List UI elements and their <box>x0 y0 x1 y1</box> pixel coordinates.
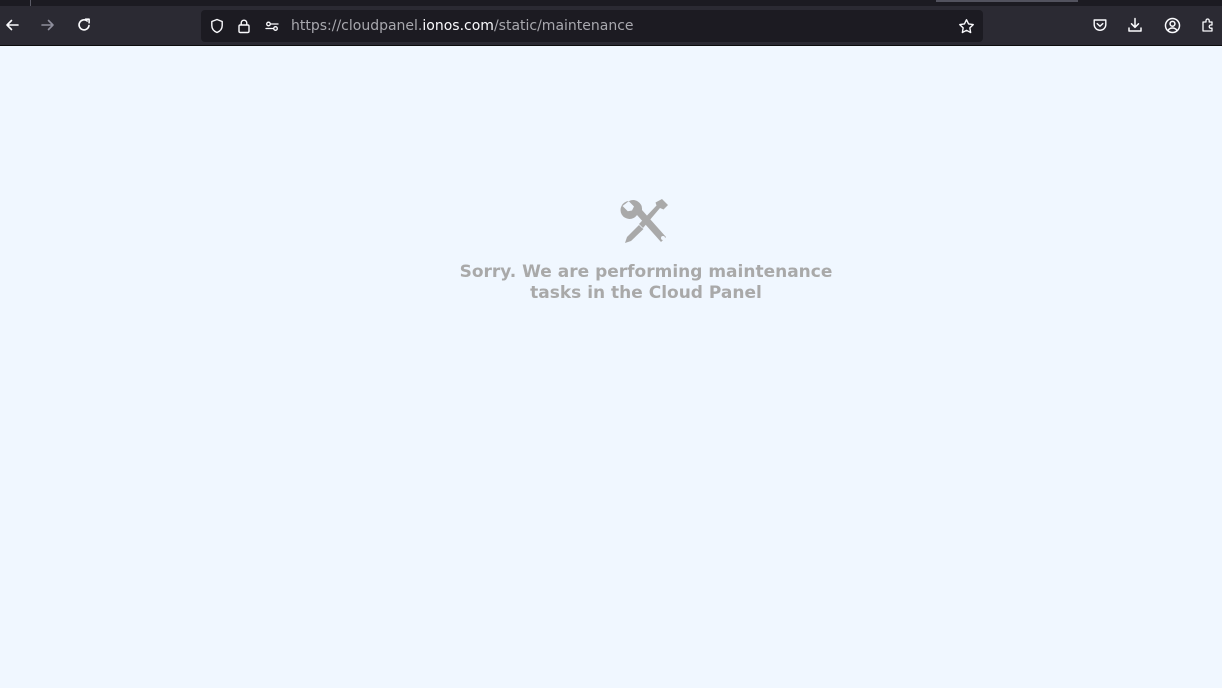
forward-arrow-icon <box>41 19 54 31</box>
bookmark-button[interactable] <box>957 17 975 35</box>
browser-toolbar: https://cloudpanel.ionos.com/static/main… <box>0 6 1222 46</box>
downloads-icon <box>1128 17 1142 32</box>
extensions-icon <box>1202 18 1213 32</box>
maintenance-message-line2: tasks in the Cloud Panel <box>530 283 762 303</box>
extensions-button[interactable] <box>1193 10 1222 40</box>
pocket-icon <box>1093 19 1107 31</box>
back-arrow-icon <box>6 19 19 31</box>
bookmark-star-icon <box>958 18 974 33</box>
permissions-icon <box>265 21 279 31</box>
tools-wrench-screwdriver-icon <box>620 199 668 243</box>
lock-icon <box>238 19 250 34</box>
pocket-button[interactable] <box>1085 10 1115 40</box>
permissions-button[interactable] <box>263 17 281 35</box>
site-security-button[interactable] <box>235 17 253 35</box>
reload-button[interactable] <box>69 10 99 40</box>
account-button[interactable] <box>1157 10 1187 40</box>
maintenance-message-line1: Sorry. We are performing maintenance <box>459 262 833 282</box>
tab-strip-highlight <box>936 0 1078 2</box>
url-path: /static/maintenance <box>493 18 634 34</box>
url-text[interactable]: https://cloudpanel.ionos.com/static/main… <box>291 10 634 42</box>
downloads-button[interactable] <box>1120 10 1150 40</box>
page-content: Sorry. We are performing maintenance tas… <box>0 46 1222 688</box>
back-button[interactable] <box>0 10 27 40</box>
tracking-shield-icon <box>211 18 223 34</box>
account-icon <box>1164 17 1180 33</box>
tracking-protection-button[interactable] <box>208 17 226 35</box>
url-domain: ionos.com <box>422 18 494 34</box>
maintenance-message: Sorry. We are performing maintenance tas… <box>411 262 881 304</box>
url-bar[interactable]: https://cloudpanel.ionos.com/static/main… <box>201 10 983 42</box>
url-prefix: https://cloudpanel. <box>291 18 423 34</box>
forward-button[interactable] <box>33 10 63 40</box>
reload-icon <box>78 18 90 31</box>
